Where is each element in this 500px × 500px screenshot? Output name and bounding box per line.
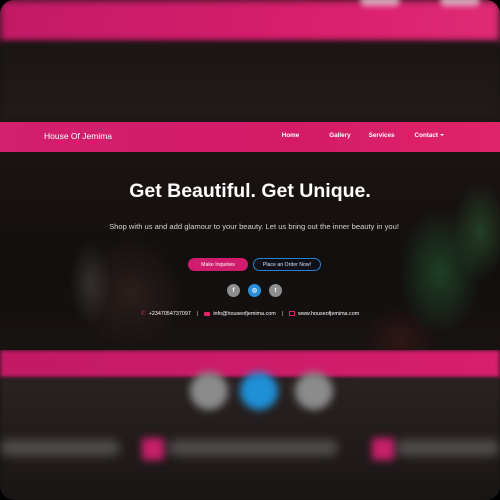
blurred-contact-strip [396,440,500,456]
twitter-icon[interactable]: t [269,284,282,297]
nav-contact-label: Contact [414,132,438,139]
place-order-button[interactable]: Place an Order Now! [253,258,321,271]
navbar: House Of Jemima Home Gallery Services Co… [0,122,500,152]
separator: | [281,310,284,317]
blurred-contact-icon [372,438,394,460]
blurred-top-bar [0,0,500,42]
website-preview: House Of Jemima Home Gallery Services Co… [0,122,500,350]
hero-title: Get Beautiful. Get Unique. [129,180,371,202]
brand-logo[interactable]: House Of Jemima [44,131,112,141]
instagram-icon[interactable]: ◎ [248,284,261,297]
make-inquiries-button[interactable]: Make Inquiries [188,258,248,271]
nav-services[interactable]: Services [369,132,395,139]
desktop-icon [289,311,296,316]
nav-gallery[interactable]: Gallery [329,132,350,139]
blurred-dark-region [0,42,500,122]
blurred-contact-strip [0,440,120,456]
nav-home[interactable]: Home [282,132,300,139]
facebook-icon[interactable]: f [227,284,240,297]
blurred-social-circle [240,372,278,410]
blurred-contact-icon [142,438,164,460]
separator: | [196,310,199,317]
nav-links: Home Gallery Services Contact [282,132,444,139]
contact-info-row: ✆ +2347054737097 | info@houseofjemima.co… [0,310,500,318]
hero-subtitle: Shop with us and add glamour to your bea… [109,222,399,231]
blurred-social-circle [295,372,333,410]
nav-contact-dropdown[interactable]: Contact [415,132,444,139]
blurred-social-circle [190,372,228,410]
phone-icon: ✆ [140,311,146,317]
contact-phone[interactable]: +2347054737097 [149,311,191,317]
blurred-top-element [440,0,480,6]
envelope-icon [204,311,211,316]
contact-email[interactable]: info@houseofjemima.com [213,311,275,317]
contact-website[interactable]: www.houseofjemima.com [298,311,359,317]
caret-down-icon [440,134,444,137]
blurred-contact-strip [168,440,338,456]
blurred-top-element [360,0,400,6]
